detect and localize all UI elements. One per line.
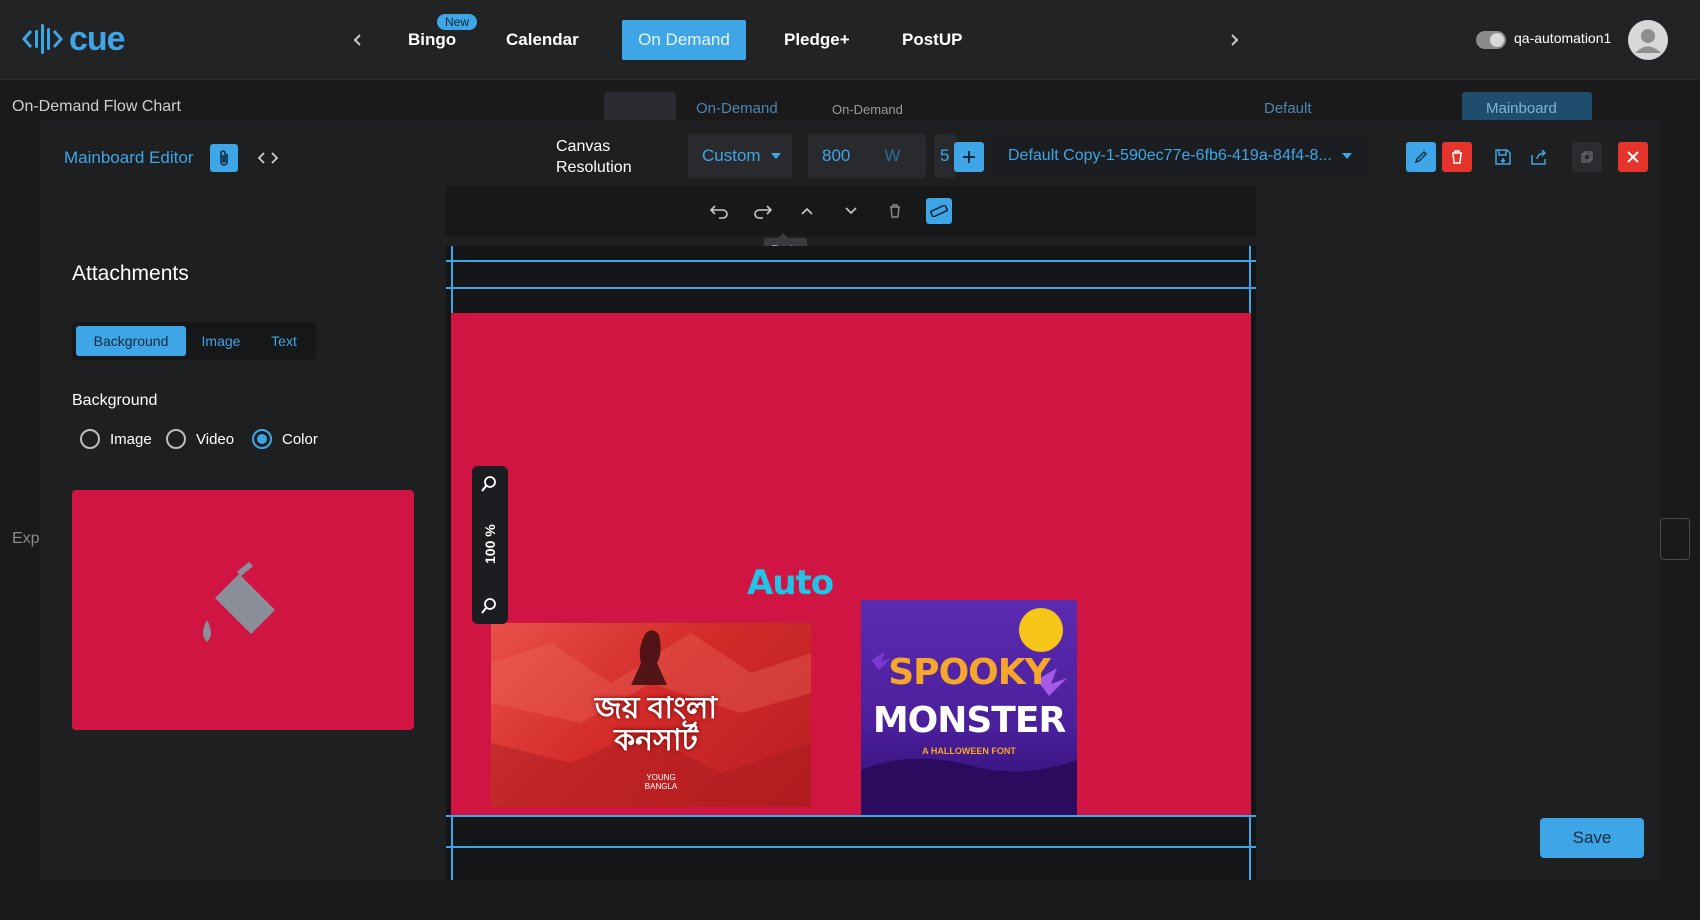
zoom-out-icon[interactable] [480,596,500,621]
new-badge: New [437,14,478,30]
chevron-down-icon[interactable] [838,198,864,224]
add-layout-button[interactable] [954,142,984,172]
radio-color[interactable]: Color [252,429,318,449]
color-picker-preview[interactable] [72,490,414,730]
ruler-icon [930,205,948,217]
delete-element-icon[interactable] [882,198,908,224]
radio-label: Video [196,430,235,448]
canvas-resolution-label: Canvas Resolution [556,138,632,176]
concert-subtitle-text: YOUNG BANGLA [644,773,678,791]
guide-line-top-2 [446,287,1256,289]
tab-background[interactable]: Background [76,326,186,356]
radio-video[interactable]: Video [166,429,234,449]
paint-bucket-icon [203,561,275,642]
save-button[interactable]: Save [1540,818,1644,858]
radio-image[interactable]: Image [80,429,152,449]
radio-label: Image [110,430,152,448]
duplicate-button[interactable] [1572,142,1602,172]
theme-toggle[interactable] [1476,31,1506,49]
trash-icon [1452,150,1462,164]
bg-exp-label: Exp [12,530,40,547]
canvas-height-input[interactable]: 5 [934,134,956,178]
logo-text: cue [69,20,126,58]
attachments-title: Attachments [72,262,189,285]
code-icon[interactable] [256,146,280,170]
height-value: 5 [940,146,950,165]
guide-line-top [446,260,1256,262]
modal-title: Mainboard Editor [64,148,194,167]
canvas-toolbar [446,186,1256,236]
nav-tab-on-demand[interactable]: On Demand [622,20,746,60]
halloween-subtitle-text: A HALLOWEEN FONT [922,746,1016,756]
username[interactable]: qa-automation1 [1514,30,1611,46]
close-icon [1627,151,1639,163]
page-title: On-Demand Flow Chart [12,98,181,115]
guide-line-bottom-2 [446,846,1256,848]
nav-prev-arrow-icon[interactable] [346,26,370,54]
background-section-title: Background [72,392,158,409]
concert-image[interactable]: জয় বাংলা কনসার্ট YOUNG BANGLA [491,623,811,807]
close-modal-button[interactable] [1618,142,1648,172]
attachment-tabs: Background Image Text [72,322,316,360]
canvas-stage: Auto জয় বাংলা কনসার্ট YOUNG BANGLA SPOO [446,246,1256,880]
bg-mainboard-tab[interactable]: Mainboard [1486,100,1557,117]
delete-layout-button[interactable] [1442,142,1472,172]
share-icon[interactable] [1524,142,1554,172]
plus-icon [963,151,975,163]
resolution-preset-value: Custom [702,146,761,165]
edit-layout-button[interactable] [1406,142,1436,172]
tab-text[interactable]: Text [256,326,312,356]
chevron-down-icon [1341,153,1352,159]
undo-icon[interactable] [706,198,732,224]
chevron-up-icon[interactable] [794,198,820,224]
chevron-down-icon [770,153,781,159]
avatar[interactable] [1628,20,1668,60]
concert-title-text: জয় বাংলা কনসার্ট [594,692,718,757]
attachment-toggle-button[interactable] [210,144,238,172]
bg-dropdown-on-demand-2[interactable]: On-Demand [832,102,903,117]
nav-next-arrow-icon[interactable] [1222,26,1246,54]
resolution-preset-select[interactable]: Custom [688,134,792,178]
nav-tab-postup[interactable]: PostUP [888,20,976,60]
nav-tab-pledge-plus[interactable]: Pledge+ [770,20,864,60]
tab-image[interactable]: Image [190,326,252,356]
monster-title-text: MONSTER [872,700,1066,741]
guide-line-bottom [446,815,1256,817]
top-navbar: cue Bingo New Calendar On Demand Pledge+… [0,0,1700,80]
bg-right-input [1660,518,1690,560]
logo-waveform-icon [22,20,63,58]
redo-icon[interactable] [750,198,776,224]
layout-name-value: Default Copy-1-590ec77e-6fb6-419a-84f4-8… [1008,147,1332,164]
zoom-in-icon[interactable] [480,474,500,499]
width-unit: W [884,146,901,165]
artboard[interactable]: Auto জয় বাংলা কনসার্ট YOUNG BANGLA SPOO [451,313,1251,815]
radio-circle-selected[interactable] [252,429,272,449]
radio-circle[interactable] [166,429,186,449]
bg-layout-select[interactable]: Default [1264,100,1312,117]
nav-tab-calendar[interactable]: Calendar [492,20,593,60]
mainboard-editor-modal: Mainboard Editor Canvas Resolution Custo… [40,120,1660,880]
pencil-icon [1414,151,1427,164]
ruler-toggle-button[interactable] [926,198,952,224]
spooky-title-text: SPOOKY [888,652,1050,693]
paperclip-icon [220,150,228,166]
width-value: 800 [822,146,851,165]
radio-label: Color [282,430,318,448]
copy-icon [1581,151,1593,163]
save-layout-icon[interactable] [1488,142,1518,172]
bg-dropdown-on-demand[interactable]: On-Demand [696,100,778,117]
layout-name-select[interactable]: Default Copy-1-590ec77e-6fb6-419a-84f4-8… [994,134,1370,178]
radio-circle[interactable] [80,429,100,449]
canvas-text-element[interactable]: Auto [747,563,834,603]
zoom-level: 100 % [482,524,498,564]
spooky-monster-image[interactable]: SPOOKY MONSTER A HALLOWEEN FONT [861,600,1077,815]
cue-logo[interactable]: cue [22,20,126,58]
canvas-width-input[interactable]: 800 W [808,134,926,178]
zoom-control: 100 % [472,466,508,624]
